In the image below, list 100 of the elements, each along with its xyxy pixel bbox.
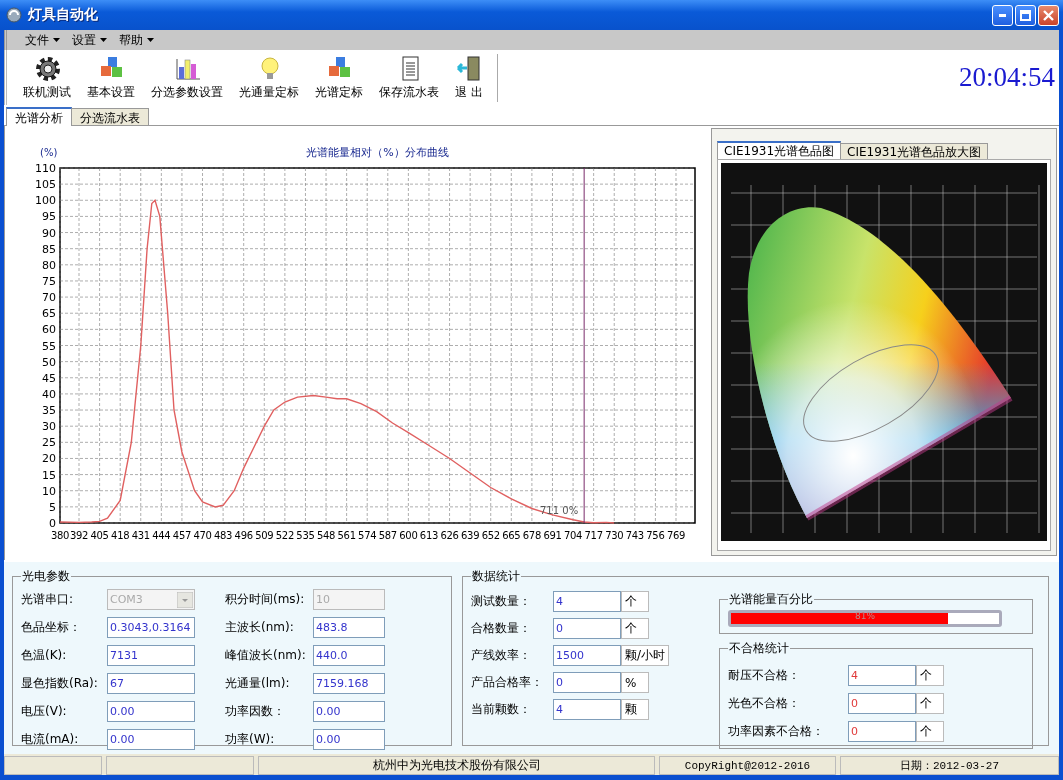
toolbar-button[interactable]: 光通量定标 bbox=[231, 52, 307, 103]
axis-tick-label: 110 bbox=[35, 162, 56, 175]
axis-tick-label: 418 bbox=[111, 530, 130, 541]
group-title: 光电参数 bbox=[21, 568, 71, 585]
dropdown-arrow-icon bbox=[177, 591, 193, 608]
caret-icon bbox=[100, 38, 107, 42]
maximize-button[interactable] bbox=[1015, 4, 1036, 26]
field-label: 积分时间(ms): bbox=[225, 591, 306, 608]
close-icon bbox=[1043, 9, 1054, 21]
value-field[interactable]: 0.3043,0.3164 bbox=[107, 617, 195, 638]
menu-item[interactable]: 帮助 bbox=[113, 31, 160, 49]
tab[interactable]: CIE1931光谱色品放大图 bbox=[840, 143, 989, 159]
axis-tick-label: 40 bbox=[42, 387, 56, 401]
field-label: 电流(mA): bbox=[21, 731, 80, 748]
field-label: 显色指数(Ra): bbox=[21, 675, 99, 692]
value-field[interactable]: 0 bbox=[553, 618, 621, 639]
unit-label: 个 bbox=[916, 721, 945, 742]
company-name: 杭州中为光电技术股份有限公司 bbox=[258, 756, 655, 775]
field-label: 光通量(lm): bbox=[225, 675, 291, 692]
axis-tick-label: 80 bbox=[42, 258, 56, 272]
date-text: 日期：2012-03-27 bbox=[840, 756, 1059, 775]
progress-reading: 81% bbox=[854, 611, 877, 621]
group-title: 不合格统计 bbox=[728, 640, 791, 657]
gear-icon bbox=[33, 54, 61, 82]
axis-tick-label: 105 bbox=[35, 178, 56, 192]
field-label: 功率(W): bbox=[225, 731, 276, 748]
axis-tick-label: 574 bbox=[358, 530, 377, 541]
axis-tick-label: 30 bbox=[42, 420, 56, 434]
toolbar-button[interactable]: 光谱定标 bbox=[307, 52, 371, 103]
tab[interactable]: 分选流水表 bbox=[71, 108, 149, 125]
field-label: 色品坐标： bbox=[21, 619, 82, 636]
value-field[interactable]: 0.00 bbox=[313, 729, 385, 750]
unit-label: 个 bbox=[621, 618, 649, 639]
field-label: 主波长(nm): bbox=[225, 619, 295, 636]
axis-tick-label: 90 bbox=[42, 226, 56, 240]
value-field[interactable]: 1500 bbox=[553, 645, 621, 666]
toolbar-button[interactable]: 退 出 bbox=[447, 52, 491, 103]
unit-label: % bbox=[621, 672, 649, 693]
axis-tick-label: 457 bbox=[172, 530, 192, 541]
value-field[interactable]: 0.00 bbox=[107, 729, 195, 750]
axis-tick-label: 535 bbox=[296, 530, 315, 541]
group-title: 数据统计 bbox=[471, 568, 521, 585]
axis-tick-label: 730 bbox=[605, 530, 624, 541]
axis-tick-label: 743 bbox=[625, 530, 644, 541]
axis-tick-label: 717 bbox=[584, 530, 603, 541]
axis-tick-label: 678 bbox=[522, 530, 541, 541]
value-field[interactable]: 0.00 bbox=[107, 701, 195, 722]
axis-tick-label: 392 bbox=[69, 530, 89, 541]
exit-door-icon bbox=[455, 54, 483, 82]
axis-tick-label: 665 bbox=[502, 530, 521, 541]
close-button[interactable] bbox=[1038, 4, 1059, 26]
value-field[interactable]: 0 bbox=[848, 721, 917, 742]
menu-item[interactable]: 设置 bbox=[66, 31, 113, 49]
value-field[interactable]: 4 bbox=[553, 699, 621, 720]
value-field[interactable]: 440.0 bbox=[313, 645, 385, 666]
tab[interactable]: 光谱分析 bbox=[6, 107, 72, 126]
field-label: 光色不合格： bbox=[728, 695, 802, 712]
value-field[interactable]: 4 bbox=[553, 591, 621, 612]
field-label: 色温(K): bbox=[21, 647, 68, 664]
field-label: 产线效率： bbox=[471, 647, 532, 664]
axis-tick-label: 587 bbox=[378, 530, 397, 541]
menu-item[interactable]: 文件 bbox=[19, 31, 66, 49]
tab[interactable]: CIE1931光谱色品图 bbox=[717, 141, 842, 159]
value-field[interactable]: 4 bbox=[848, 665, 917, 686]
axis-tick-label: 522 bbox=[275, 530, 294, 541]
value-field[interactable]: 0 bbox=[848, 693, 917, 714]
toolbar-button[interactable]: 联机测试 bbox=[15, 52, 79, 103]
axis-tick-label: 15 bbox=[42, 468, 56, 482]
axis-tick-label: 25 bbox=[42, 436, 56, 450]
axis-tick-label: 50 bbox=[42, 355, 56, 369]
field-label: 峰值波长(nm): bbox=[225, 647, 307, 664]
axis-tick-label: 45 bbox=[42, 371, 56, 385]
value-field[interactable]: 483.8 bbox=[313, 617, 385, 638]
axis-tick-label: 496 bbox=[234, 530, 253, 541]
toolbar-button[interactable]: 分选参数设置 bbox=[143, 52, 231, 103]
axis-tick-label: 613 bbox=[419, 530, 439, 541]
axis-tick-label: 444 bbox=[152, 530, 171, 541]
group-title: 光谱能量百分比 bbox=[728, 591, 815, 608]
value-field[interactable]: 0.00 bbox=[313, 701, 385, 722]
axis-tick-label: 55 bbox=[42, 339, 56, 353]
copyright-text: CopyRight@2012-2016 bbox=[659, 756, 836, 775]
value-field[interactable]: 7131 bbox=[107, 645, 195, 666]
value-field[interactable]: 7159.168 bbox=[313, 673, 385, 694]
axis-tick-label: 100 bbox=[35, 194, 56, 208]
minimize-button[interactable] bbox=[992, 4, 1013, 26]
toolbar-button[interactable]: 保存流水表 bbox=[371, 52, 447, 103]
axis-tick-label: 60 bbox=[42, 323, 56, 337]
field-label: 功率因数： bbox=[225, 703, 286, 720]
axis-tick-label: 769 bbox=[666, 530, 686, 541]
value-field[interactable]: 67 bbox=[107, 673, 195, 694]
axis-tick-label: 561 bbox=[337, 530, 356, 541]
field-label: 耐压不合格： bbox=[728, 667, 802, 684]
value-field[interactable]: 0 bbox=[553, 672, 621, 693]
axis-tick-label: 548 bbox=[316, 530, 336, 541]
axis-tick-label: 35 bbox=[42, 404, 56, 418]
chart-title: 光谱能量相对（%）分布曲线 bbox=[306, 146, 449, 159]
axis-tick-label: 380 bbox=[50, 530, 70, 541]
axis-tick-label: 509 bbox=[255, 530, 274, 541]
axis-tick-label: 691 bbox=[543, 530, 562, 541]
toolbar-button[interactable]: 基本设置 bbox=[79, 52, 143, 103]
